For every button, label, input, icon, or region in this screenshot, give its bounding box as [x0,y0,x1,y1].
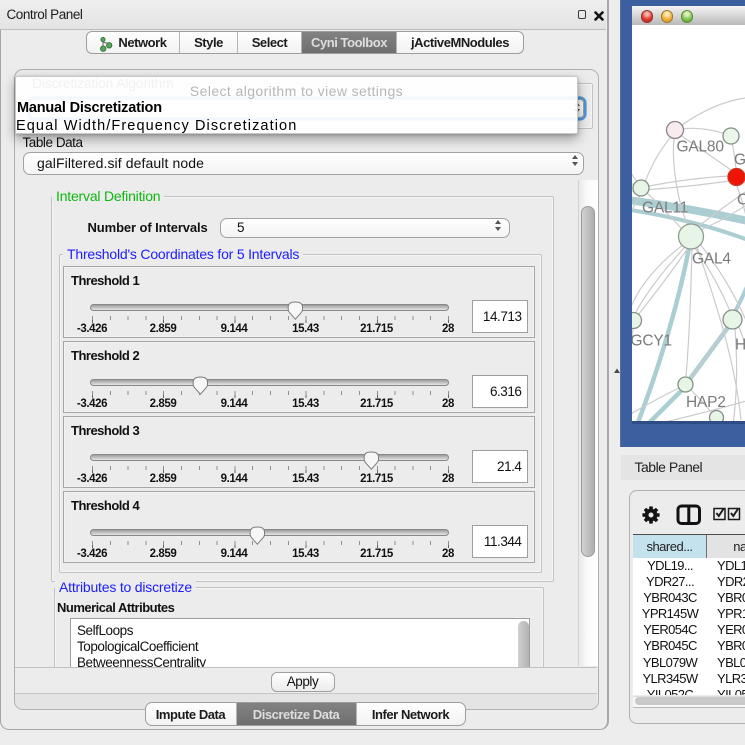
svg-text:GA: GA [734,152,745,169]
svg-text:CR: CR [737,192,745,209]
svg-text:GAL80: GAL80 [677,139,725,156]
svg-text:HI: HI [735,337,745,354]
svg-text:HAP2: HAP2 [686,394,726,411]
svg-text:GCY1: GCY1 [632,333,672,350]
svg-text:GAL4: GAL4 [692,251,731,268]
svg-text:GAL11: GAL11 [642,200,688,217]
